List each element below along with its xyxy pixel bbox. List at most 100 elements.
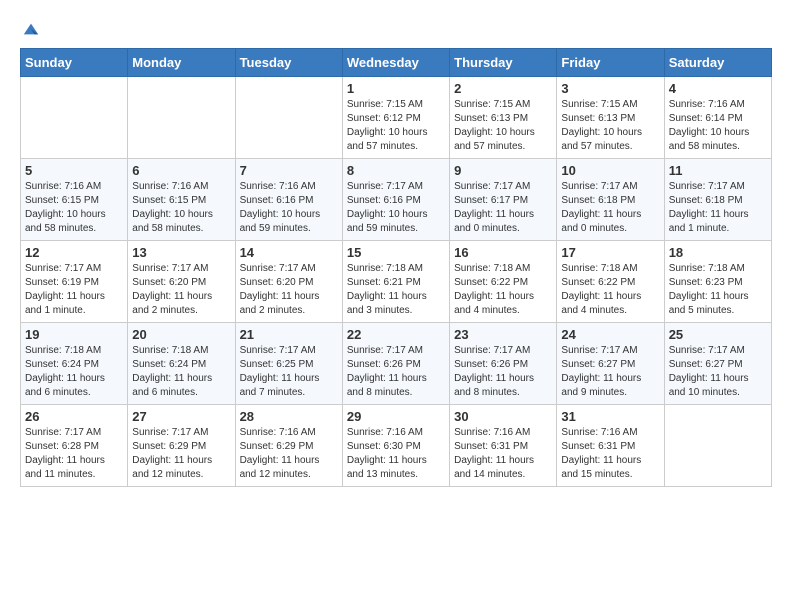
day-cell: 17 Sunrise: 7:18 AM Sunset: 6:22 PM Dayli…: [557, 241, 664, 323]
weekday-header-thursday: Thursday: [450, 49, 557, 77]
day-info: Sunrise: 7:16 AM Sunset: 6:15 PM Dayligh…: [132, 180, 230, 236]
day-info: Sunrise: 7:15 AM Sunset: 6:13 PM Dayligh…: [454, 98, 552, 154]
day-cell: 24 Sunrise: 7:17 AM Sunset: 6:27 PM Dayli…: [557, 323, 664, 405]
day-info: Sunrise: 7:15 AM Sunset: 6:12 PM Dayligh…: [347, 98, 445, 154]
day-info: Sunrise: 7:17 AM Sunset: 6:16 PM Dayligh…: [347, 180, 445, 236]
day-info: Sunrise: 7:17 AM Sunset: 6:18 PM Dayligh…: [561, 180, 659, 236]
day-number: 1: [347, 81, 445, 96]
day-info: Sunrise: 7:17 AM Sunset: 6:27 PM Dayligh…: [561, 344, 659, 400]
day-cell: [21, 77, 128, 159]
weekday-header-tuesday: Tuesday: [235, 49, 342, 77]
week-row-2: 5 Sunrise: 7:16 AM Sunset: 6:15 PM Daylig…: [21, 159, 772, 241]
day-number: 14: [240, 245, 338, 260]
day-cell: 8 Sunrise: 7:17 AM Sunset: 6:16 PM Daylig…: [342, 159, 449, 241]
day-info: Sunrise: 7:17 AM Sunset: 6:17 PM Dayligh…: [454, 180, 552, 236]
day-number: 8: [347, 163, 445, 178]
day-cell: 15 Sunrise: 7:18 AM Sunset: 6:21 PM Dayli…: [342, 241, 449, 323]
weekday-header-wednesday: Wednesday: [342, 49, 449, 77]
day-cell: 6 Sunrise: 7:16 AM Sunset: 6:15 PM Daylig…: [128, 159, 235, 241]
day-info: Sunrise: 7:16 AM Sunset: 6:29 PM Dayligh…: [240, 426, 338, 482]
day-cell: 29 Sunrise: 7:16 AM Sunset: 6:30 PM Dayli…: [342, 405, 449, 487]
day-info: Sunrise: 7:16 AM Sunset: 6:14 PM Dayligh…: [669, 98, 767, 154]
day-cell: 27Sunrise: 7:17 AM Sunset: 6:29 PM Dayli…: [128, 405, 235, 487]
day-cell: 30Sunrise: 7:16 AM Sunset: 6:31 PM Dayli…: [450, 405, 557, 487]
day-info: Sunrise: 7:16 AM Sunset: 6:30 PM Dayligh…: [347, 426, 445, 482]
day-cell: [235, 77, 342, 159]
weekday-header-saturday: Saturday: [664, 49, 771, 77]
day-info: Sunrise: 7:17 AM Sunset: 6:28 PM Dayligh…: [25, 426, 123, 482]
day-cell: 5 Sunrise: 7:16 AM Sunset: 6:15 PM Daylig…: [21, 159, 128, 241]
day-number: 5: [25, 163, 123, 178]
day-cell: 16 Sunrise: 7:18 AM Sunset: 6:22 PM Dayli…: [450, 241, 557, 323]
day-info: Sunrise: 7:15 AM Sunset: 6:13 PM Dayligh…: [561, 98, 659, 154]
day-cell: 31 Sunrise: 7:16 AM Sunset: 6:31 PM Dayli…: [557, 405, 664, 487]
day-number: 13: [132, 245, 230, 260]
calendar: SundayMondayTuesdayWednesdayThursdayFrid…: [20, 48, 772, 487]
day-cell: 19 Sunrise: 7:18 AM Sunset: 6:24 PM Dayli…: [21, 323, 128, 405]
day-number: 28: [240, 409, 338, 424]
day-number: 6: [132, 163, 230, 178]
day-info: Sunrise: 7:17 AM Sunset: 6:20 PM Dayligh…: [240, 262, 338, 318]
day-cell: 1 Sunrise: 7:15 AM Sunset: 6:12 PM Daylig…: [342, 77, 449, 159]
week-row-3: 12 Sunrise: 7:17 AM Sunset: 6:19 PM Dayli…: [21, 241, 772, 323]
day-number: 21: [240, 327, 338, 342]
day-number: 3: [561, 81, 659, 96]
day-cell: 10Sunrise: 7:17 AM Sunset: 6:18 PM Dayli…: [557, 159, 664, 241]
logo: [20, 20, 40, 38]
day-number: 29: [347, 409, 445, 424]
day-number: 16: [454, 245, 552, 260]
week-row-4: 19 Sunrise: 7:18 AM Sunset: 6:24 PM Dayli…: [21, 323, 772, 405]
day-number: 20: [132, 327, 230, 342]
day-number: 17: [561, 245, 659, 260]
day-info: Sunrise: 7:16 AM Sunset: 6:31 PM Dayligh…: [561, 426, 659, 482]
week-row-1: 1 Sunrise: 7:15 AM Sunset: 6:12 PM Daylig…: [21, 77, 772, 159]
day-cell: 25 Sunrise: 7:17 AM Sunset: 6:27 PM Dayli…: [664, 323, 771, 405]
day-cell: 7Sunrise: 7:16 AM Sunset: 6:16 PM Daylig…: [235, 159, 342, 241]
day-cell: 9 Sunrise: 7:17 AM Sunset: 6:17 PM Daylig…: [450, 159, 557, 241]
day-number: 12: [25, 245, 123, 260]
day-number: 7: [240, 163, 338, 178]
day-info: Sunrise: 7:17 AM Sunset: 6:26 PM Dayligh…: [347, 344, 445, 400]
day-number: 19: [25, 327, 123, 342]
day-info: Sunrise: 7:18 AM Sunset: 6:21 PM Dayligh…: [347, 262, 445, 318]
day-info: Sunrise: 7:17 AM Sunset: 6:25 PM Dayligh…: [240, 344, 338, 400]
day-number: 9: [454, 163, 552, 178]
day-info: Sunrise: 7:18 AM Sunset: 6:23 PM Dayligh…: [669, 262, 767, 318]
day-number: 25: [669, 327, 767, 342]
day-info: Sunrise: 7:18 AM Sunset: 6:24 PM Dayligh…: [25, 344, 123, 400]
weekday-header-row: SundayMondayTuesdayWednesdayThursdayFrid…: [21, 49, 772, 77]
day-cell: 26 Sunrise: 7:17 AM Sunset: 6:28 PM Dayli…: [21, 405, 128, 487]
day-number: 11: [669, 163, 767, 178]
day-cell: 21 Sunrise: 7:17 AM Sunset: 6:25 PM Dayli…: [235, 323, 342, 405]
weekday-header-monday: Monday: [128, 49, 235, 77]
page-header: [20, 20, 772, 38]
day-info: Sunrise: 7:18 AM Sunset: 6:24 PM Dayligh…: [132, 344, 230, 400]
day-cell: 2 Sunrise: 7:15 AM Sunset: 6:13 PM Daylig…: [450, 77, 557, 159]
day-cell: 4 Sunrise: 7:16 AM Sunset: 6:14 PM Daylig…: [664, 77, 771, 159]
weekday-header-sunday: Sunday: [21, 49, 128, 77]
day-info: Sunrise: 7:16 AM Sunset: 6:15 PM Dayligh…: [25, 180, 123, 236]
day-number: 22: [347, 327, 445, 342]
day-cell: 28 Sunrise: 7:16 AM Sunset: 6:29 PM Dayli…: [235, 405, 342, 487]
day-info: Sunrise: 7:17 AM Sunset: 6:26 PM Dayligh…: [454, 344, 552, 400]
logo-icon: [22, 20, 40, 38]
day-cell: 3 Sunrise: 7:15 AM Sunset: 6:13 PM Daylig…: [557, 77, 664, 159]
day-info: Sunrise: 7:18 AM Sunset: 6:22 PM Dayligh…: [561, 262, 659, 318]
day-info: Sunrise: 7:17 AM Sunset: 6:18 PM Dayligh…: [669, 180, 767, 236]
day-number: 15: [347, 245, 445, 260]
day-number: 26: [25, 409, 123, 424]
day-number: 4: [669, 81, 767, 96]
day-info: Sunrise: 7:17 AM Sunset: 6:27 PM Dayligh…: [669, 344, 767, 400]
day-info: Sunrise: 7:17 AM Sunset: 6:19 PM Dayligh…: [25, 262, 123, 318]
day-cell: 20 Sunrise: 7:18 AM Sunset: 6:24 PM Dayli…: [128, 323, 235, 405]
day-number: 27: [132, 409, 230, 424]
day-cell: [664, 405, 771, 487]
week-row-5: 26 Sunrise: 7:17 AM Sunset: 6:28 PM Dayli…: [21, 405, 772, 487]
day-number: 2: [454, 81, 552, 96]
day-cell: 11 Sunrise: 7:17 AM Sunset: 6:18 PM Dayli…: [664, 159, 771, 241]
day-cell: 18Sunrise: 7:18 AM Sunset: 6:23 PM Dayli…: [664, 241, 771, 323]
weekday-header-friday: Friday: [557, 49, 664, 77]
day-number: 24: [561, 327, 659, 342]
day-info: Sunrise: 7:18 AM Sunset: 6:22 PM Dayligh…: [454, 262, 552, 318]
day-number: 31: [561, 409, 659, 424]
